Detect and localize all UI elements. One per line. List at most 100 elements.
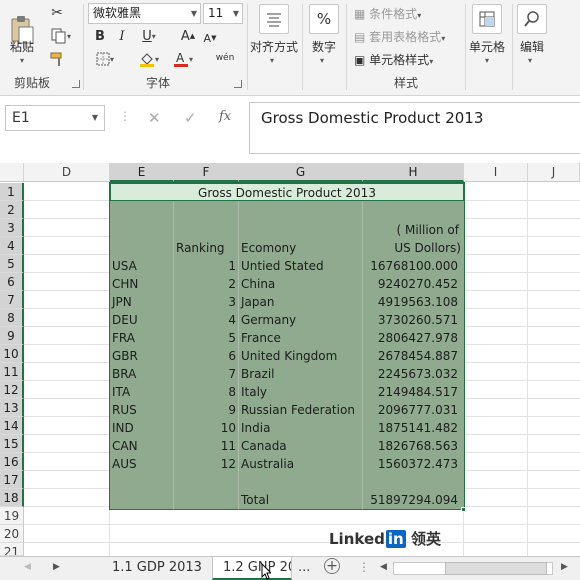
chevron-down-icon[interactable]: ▾ bbox=[528, 56, 532, 65]
cells-button[interactable] bbox=[472, 4, 502, 34]
grow-font-button[interactable]: A ▲ bbox=[180, 28, 196, 44]
paste-dropdown-icon[interactable]: ▾ bbox=[20, 56, 24, 65]
column-header-g[interactable]: G bbox=[239, 163, 363, 182]
row-header[interactable]: 21 bbox=[0, 543, 24, 556]
row-header[interactable]: 1 bbox=[0, 183, 24, 201]
clipboard-launcher-icon[interactable] bbox=[72, 80, 80, 88]
row-header[interactable]: 7 bbox=[0, 291, 24, 309]
cell-styles-button[interactable]: ▣ 单元格样式▾ bbox=[354, 51, 433, 68]
border-button[interactable]: ▾ bbox=[90, 50, 120, 68]
row-header[interactable]: 15 bbox=[0, 435, 24, 453]
row-header[interactable]: 20 bbox=[0, 525, 24, 543]
cancel-icon[interactable]: ✕ bbox=[148, 109, 161, 127]
row-header[interactable]: 6 bbox=[0, 273, 24, 291]
scroll-left-icon[interactable]: ◀ bbox=[24, 562, 31, 572]
grid-line bbox=[24, 524, 580, 525]
column-header-d[interactable]: D bbox=[24, 163, 110, 182]
economy-name-cell: Canada bbox=[241, 439, 287, 453]
column-header-j[interactable]: J bbox=[528, 163, 580, 182]
column-header-i[interactable]: I bbox=[464, 163, 528, 182]
chevron-down-icon: ▼ bbox=[190, 9, 197, 18]
ribbon: 粘贴 ▾ ✂ ▾ 剪贴板 微软雅黑 ▼ 11 ▼ B I U ▾ A ▲ A ▼ ▾ bbox=[0, 0, 580, 96]
gdp-value-cell: 9240270.452 bbox=[377, 277, 458, 291]
editing-button[interactable] bbox=[517, 4, 547, 34]
row-header[interactable]: 8 bbox=[0, 309, 24, 327]
scroll-right-icon[interactable]: ▶ bbox=[53, 562, 60, 572]
unit-line-1: ( Million of bbox=[396, 223, 459, 237]
italic-button[interactable]: I bbox=[114, 28, 130, 44]
copy-icon[interactable]: ▾ bbox=[48, 27, 74, 45]
insert-function-icon[interactable]: fx bbox=[219, 109, 231, 124]
column-header-h[interactable]: H bbox=[363, 163, 464, 182]
name-box[interactable]: E1 ▼ bbox=[5, 105, 105, 131]
chevron-down-icon[interactable]: ▾ bbox=[485, 56, 489, 65]
country-code-cell: RUS bbox=[112, 403, 137, 417]
economy-name-cell: Australia bbox=[241, 457, 295, 471]
shrink-font-button[interactable]: A ▼ bbox=[202, 30, 218, 46]
name-box-value: E1 bbox=[12, 110, 30, 126]
hscroll-right-icon[interactable]: ▶ bbox=[561, 562, 568, 572]
row-header[interactable]: 11 bbox=[0, 363, 24, 381]
phonetic-button[interactable]: wén bbox=[210, 48, 240, 68]
alignment-button[interactable] bbox=[259, 4, 289, 34]
cells-label: 单元格 bbox=[469, 40, 506, 54]
font-color-button[interactable]: A ▾ bbox=[168, 50, 198, 68]
add-sheet-button[interactable]: + bbox=[324, 558, 340, 574]
rank-cell: 3 bbox=[228, 295, 236, 309]
row-header[interactable]: 13 bbox=[0, 399, 24, 417]
bold-button[interactable]: B bbox=[92, 28, 108, 44]
rank-cell: 11 bbox=[220, 439, 236, 453]
row-header[interactable]: 16 bbox=[0, 453, 24, 471]
row-header[interactable]: 4 bbox=[0, 237, 24, 255]
more-tabs-button[interactable]: ... bbox=[298, 560, 310, 575]
tab-sheet-1[interactable]: 1.1 GDP 2013 bbox=[102, 557, 212, 580]
row-header[interactable]: 2 bbox=[0, 201, 24, 219]
linkedin-in-badge: in bbox=[385, 530, 406, 548]
table-icon: ▤ bbox=[354, 30, 366, 44]
row-header[interactable]: 19 bbox=[0, 507, 24, 525]
country-code-cell: CHN bbox=[112, 277, 139, 291]
fill-handle[interactable] bbox=[461, 507, 466, 512]
conditional-format-button[interactable]: ▦ 条件格式▾ bbox=[354, 5, 421, 22]
font-launcher-icon[interactable] bbox=[234, 80, 242, 88]
row-header[interactable]: 14 bbox=[0, 417, 24, 435]
row-header[interactable]: 12 bbox=[0, 381, 24, 399]
font-name-combo[interactable]: 微软雅黑 ▼ bbox=[88, 3, 201, 24]
row-header[interactable]: 9 bbox=[0, 327, 24, 345]
row-header[interactable]: 10 bbox=[0, 345, 24, 363]
number-format-button[interactable]: % bbox=[309, 4, 339, 34]
underline-button[interactable]: U ▾ bbox=[136, 28, 162, 44]
font-size-combo[interactable]: 11 ▼ bbox=[203, 3, 243, 24]
format-as-table-button[interactable]: ▤ 套用表格格式▾ bbox=[354, 28, 445, 45]
resize-handle-icon[interactable]: ⋮ bbox=[119, 109, 131, 123]
formula-input[interactable]: Gross Domestic Product 2013 bbox=[249, 102, 580, 154]
country-code-cell: IND bbox=[112, 421, 134, 435]
row-header[interactable]: 18 bbox=[0, 489, 24, 507]
splitter-icon[interactable]: ⋮ bbox=[358, 560, 370, 574]
cut-icon[interactable]: ✂ bbox=[48, 4, 66, 22]
fill-color-button[interactable]: ▾ bbox=[134, 50, 164, 68]
economy-name-cell: India bbox=[241, 421, 271, 435]
shrink-font-label: A bbox=[203, 31, 212, 45]
tab-sheet-2[interactable]: 1.2 GNP 20 bbox=[212, 557, 292, 580]
column-header-f[interactable]: F bbox=[174, 163, 239, 182]
row-header[interactable]: 3 bbox=[0, 219, 24, 237]
row-header[interactable]: 17 bbox=[0, 471, 24, 489]
country-code-cell: CAN bbox=[112, 439, 138, 453]
format-painter-icon[interactable] bbox=[48, 50, 66, 68]
hscroll-left-icon[interactable]: ◀ bbox=[380, 562, 387, 572]
enter-icon[interactable]: ✓ bbox=[184, 109, 197, 127]
corner-select-all[interactable] bbox=[0, 163, 24, 182]
svg-text:A: A bbox=[176, 51, 185, 65]
separator bbox=[346, 4, 347, 90]
grid-line bbox=[24, 542, 580, 543]
excel-window: 粘贴 ▾ ✂ ▾ 剪贴板 微软雅黑 ▼ 11 ▼ B I U ▾ A ▲ A ▼ ▾ bbox=[0, 0, 580, 580]
chevron-down-icon[interactable]: ▾ bbox=[320, 56, 324, 65]
chevron-down-icon[interactable]: ▾ bbox=[270, 56, 274, 65]
font-size-value: 11 bbox=[208, 6, 224, 20]
column-header-e[interactable]: E bbox=[110, 163, 174, 182]
horizontal-scroll-thumb[interactable] bbox=[445, 562, 547, 575]
row-header[interactable]: 5 bbox=[0, 255, 24, 273]
economy-name-cell: Italy bbox=[241, 385, 268, 399]
search-icon bbox=[524, 11, 539, 27]
